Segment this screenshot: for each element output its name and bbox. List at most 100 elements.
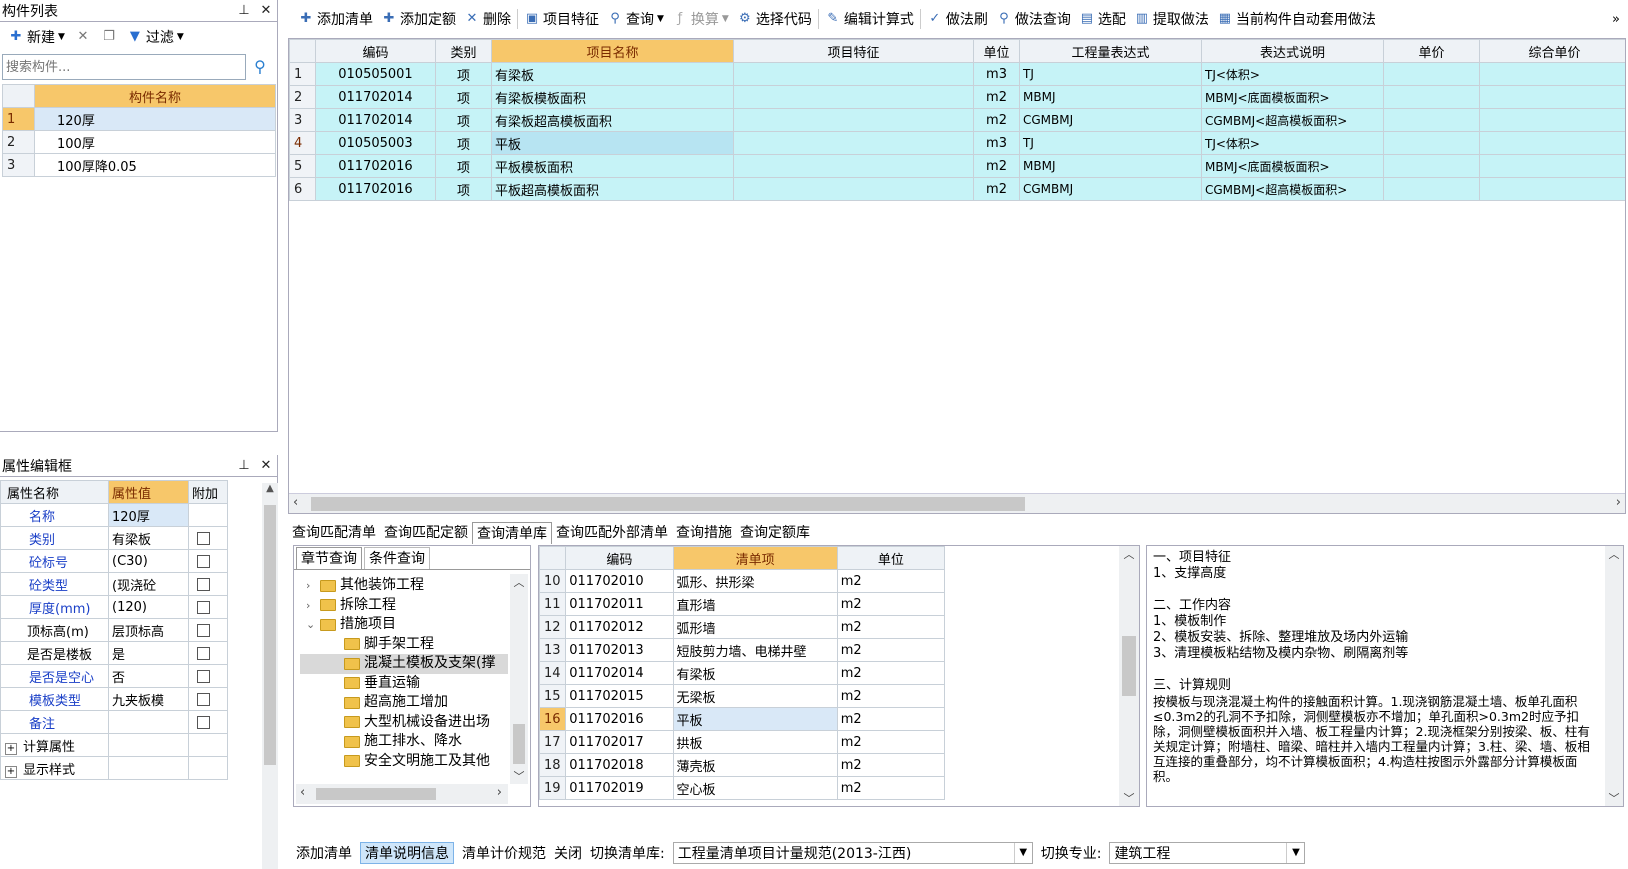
scroll-left-icon[interactable]: ‹ [293, 495, 298, 510]
property-row[interactable]: 是否是楼板是 [0, 641, 228, 665]
column-header[interactable]: 单位 [973, 39, 1020, 63]
column-header[interactable]: 工程量表达式 [1019, 39, 1202, 63]
table-row[interactable]: 3 100厚降0.05 [2, 153, 276, 177]
scroll-down-icon[interactable]: ﹀ [1605, 790, 1623, 806]
table-row[interactable]: 1 120厚 [2, 107, 276, 131]
tree-node[interactable]: 垂直运输 [300, 674, 508, 694]
table-row[interactable]: 15 011702015 无梁板 m2 [539, 684, 946, 708]
toolbar-button-0[interactable]: ✚ 添加清单 [294, 7, 377, 31]
expand-icon[interactable]: + [5, 742, 17, 755]
close-icon[interactable]: ✕ [255, 3, 277, 18]
scroll-right-icon[interactable]: › [497, 785, 502, 800]
expand-arrow-icon[interactable]: ⌄ [306, 615, 320, 635]
attach-checkbox[interactable] [197, 577, 210, 591]
scroll-thumb[interactable] [513, 724, 525, 764]
attach-checkbox[interactable] [197, 692, 210, 706]
column-header[interactable]: 综合单价 [1479, 39, 1625, 63]
scroll-thumb[interactable] [316, 788, 436, 800]
expand-arrow-icon[interactable]: › [306, 576, 320, 596]
table-row[interactable]: 10 011702010 弧形、拱形梁 m2 [539, 569, 946, 593]
column-header[interactable]: 类别 [435, 39, 492, 63]
list-info-tab[interactable]: 清单说明信息 [360, 842, 454, 864]
table-row[interactable]: 14 011702014 有梁板 m2 [539, 661, 946, 685]
column-header[interactable]: 表达式说明 [1201, 39, 1384, 63]
table-row[interactable]: 2 100厚 [2, 130, 276, 154]
search-input[interactable] [2, 54, 246, 80]
column-header[interactable]: 项目名称 [491, 39, 734, 63]
pricing-rules-tab[interactable]: 清单计价规范 [462, 843, 546, 863]
toolbar-button-7[interactable]: ✎ 编辑计算式 [821, 7, 918, 31]
tree-node[interactable]: 超高施工增加 [300, 693, 508, 713]
table-row[interactable]: 5 011702016 项平板模板面积 m2 MBMJ MBMJ<底面模板面积> [289, 154, 1625, 178]
pin-icon[interactable]: ⊥ [233, 3, 255, 18]
scroll-right-icon[interactable]: › [1616, 495, 1621, 510]
scroll-down-icon[interactable]: ﹀ [510, 768, 528, 784]
major-select[interactable]: 建筑工程 ▼ [1109, 842, 1306, 864]
toolbar-button-1[interactable]: ✚ 添加定额 [377, 7, 460, 31]
tab-query-4[interactable]: 查询措施 [672, 522, 736, 544]
table-row[interactable]: 19 011702019 空心板 m2 [539, 776, 946, 800]
tab-query-3[interactable]: 查询匹配外部清单 [552, 522, 672, 544]
tab-chapter-query[interactable]: 章节查询 [296, 547, 362, 569]
table-row[interactable]: 3 011702014 项有梁板超高模板面积 m2 CGMBMJ CGMBMJ<超高模板面… [289, 108, 1625, 132]
toolbar-button-11[interactable]: ▥ 提取做法 [1130, 7, 1213, 31]
toolbar-button-5[interactable]: ƒ 换算 ▼ [668, 7, 733, 31]
column-header[interactable]: 项目特征 [733, 39, 974, 63]
delete-component-button[interactable]: ✕ [71, 25, 95, 49]
tree-vertical-scrollbar[interactable]: ︿ ﹀ [510, 574, 528, 784]
table-row[interactable]: 12 011702012 弧形墙 m2 [539, 615, 946, 639]
table-row[interactable]: 2 011702014 项有梁板模板面积 m2 MBMJ MBMJ<底面模板面积> [289, 85, 1625, 109]
scroll-up-icon[interactable]: ︿ [1119, 546, 1139, 562]
search-icon[interactable]: ⚲ [252, 59, 268, 75]
new-component-button[interactable]: ✚ 新建 ▼ [4, 25, 69, 49]
scroll-left-icon[interactable]: ‹ [300, 785, 305, 800]
property-row[interactable]: 名称 120厚 [0, 503, 228, 527]
tree-node[interactable]: 施工排水、降水 [300, 732, 508, 752]
property-row[interactable]: 厚度(mm) (120) [0, 595, 228, 619]
table-row[interactable]: 16 011702016 平板 m2 [539, 707, 946, 731]
tab-query-0[interactable]: 查询匹配清单 [288, 522, 380, 544]
main-horizontal-scrollbar[interactable]: ‹ › [289, 493, 1625, 513]
table-row[interactable]: 11 011702011 直形墙 m2 [539, 592, 946, 616]
toolbar-button-10[interactable]: ▤ 选配 [1075, 7, 1130, 31]
attach-checkbox[interactable] [197, 600, 210, 614]
description-scrollbar[interactable]: ︿ ﹀ [1605, 546, 1623, 806]
table-row[interactable]: 4 010505003 项平板 m3 TJ TJ<体积> [289, 131, 1625, 155]
property-row[interactable]: 砼类型 (现浇砼 [0, 572, 228, 596]
column-header[interactable]: 清单项 [672, 546, 838, 570]
column-header[interactable]: 编码 [565, 546, 674, 570]
property-row[interactable]: 是否是空心否 [0, 664, 228, 688]
expand-icon[interactable]: + [5, 765, 17, 778]
property-scrollbar[interactable]: ▲ [262, 483, 278, 869]
tree-node[interactable]: 安全文明施工及其他 [300, 752, 508, 772]
tree-horizontal-scrollbar[interactable]: ‹ › [296, 784, 508, 804]
table-row[interactable]: 13 011702013 短肢剪力墙、电梯井壁 m2 [539, 638, 946, 662]
property-row[interactable]: 模板类型 九夹板模 [0, 687, 228, 711]
expand-arrow-icon[interactable]: › [306, 596, 320, 616]
tab-condition-query[interactable]: 条件查询 [364, 547, 430, 569]
toolbar-button-12[interactable]: ▦ 当前构件自动套用做法 [1213, 7, 1380, 31]
toolbar-button-6[interactable]: ⚙ 选择代码 [733, 7, 816, 31]
library-scrollbar[interactable]: ︿ ﹀ [1119, 546, 1139, 806]
close-button[interactable]: 关闭 [554, 843, 582, 863]
tree-node[interactable]: › 拆除工程 [300, 596, 508, 616]
filter-button[interactable]: ▼ 过滤 ▼ [123, 25, 188, 49]
toolbar-button-9[interactable]: ⚲ 做法查询 [992, 7, 1075, 31]
tree-node[interactable]: 混凝土模板及支架(撑 [300, 654, 508, 674]
tab-query-1[interactable]: 查询匹配定额 [380, 522, 472, 544]
property-row[interactable]: 砼标号 (C30) [0, 549, 228, 573]
column-header[interactable]: 编码 [315, 39, 436, 63]
property-group-row[interactable]: + 计算属性 [0, 733, 228, 757]
scroll-thumb[interactable] [311, 497, 1025, 511]
tree-node[interactable]: ⌄ 措施项目 [300, 615, 508, 635]
property-row[interactable]: 类别 有梁板 [0, 526, 228, 550]
scroll-up-icon[interactable]: ▲ [262, 483, 278, 494]
tab-query-2[interactable]: 查询清单库 [472, 522, 552, 544]
table-row[interactable]: 1 010505001 项有梁板 m3 TJ TJ<体积> [289, 62, 1625, 86]
attach-checkbox[interactable] [197, 623, 210, 637]
scroll-up-icon[interactable]: ︿ [510, 574, 528, 590]
scroll-up-icon[interactable]: ︿ [1605, 546, 1623, 562]
tree-node[interactable]: › 其他装饰工程 [300, 576, 508, 596]
column-header[interactable]: 单位 [836, 546, 946, 570]
tree-node[interactable]: 大型机械设备进出场 [300, 713, 508, 733]
